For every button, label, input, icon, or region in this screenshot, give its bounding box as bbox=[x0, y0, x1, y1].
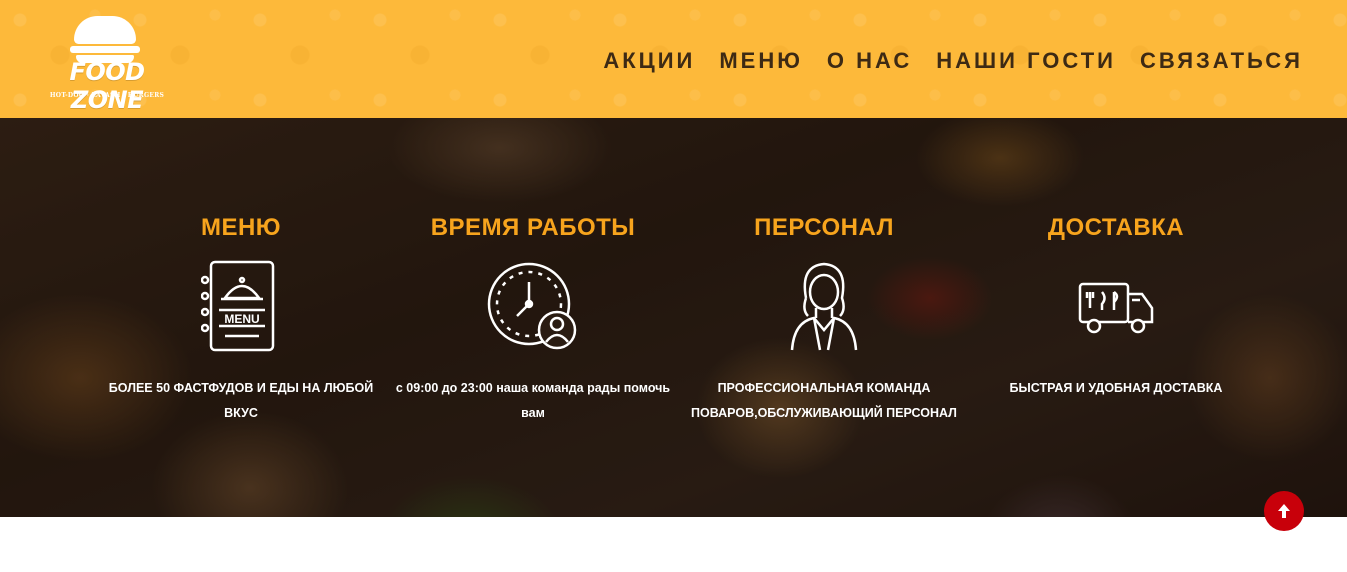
burger-logo-icon bbox=[74, 16, 136, 44]
feature-title: МЕНЮ bbox=[200, 214, 282, 241]
nav-link-about[interactable]: О НАС bbox=[827, 48, 912, 74]
main-nav: АКЦИИ МЕНЮ О НАС НАШИ ГОСТИ СВЯЗАТЬСЯ bbox=[603, 48, 1303, 74]
logo-name: FOOD ZONE bbox=[69, 58, 145, 114]
site-header: FOOD ZONE HOT-DOG · LAVASH · BURGERS АКЦ… bbox=[0, 0, 1347, 118]
feature-title: ПЕРСОНАЛ bbox=[754, 214, 894, 241]
svg-text:MENU: MENU bbox=[224, 312, 259, 326]
feature-title: ВРЕМЯ РАБОТЫ bbox=[430, 214, 636, 241]
nav-link-promotions[interactable]: АКЦИИ bbox=[603, 48, 695, 74]
delivery-truck-icon bbox=[966, 258, 1266, 358]
nav-link-contact[interactable]: СВЯЗАТЬСЯ bbox=[1140, 48, 1303, 74]
feature-description: БОЛЕЕ 50 ФАСТФУДОВ И ЕДЫ НА ЛЮБОЙ ВКУС bbox=[108, 381, 374, 420]
feature-description: ПРОФЕССИОНАЛЬНАЯ КОМАНДА ПОВАРОВ,ОБСЛУЖИ… bbox=[691, 381, 957, 420]
feature-title: ДОСТАВКА bbox=[1047, 214, 1185, 241]
feature-description: БЫСТРАЯ И УДОБНАЯ ДОСТАВКА bbox=[1009, 381, 1223, 395]
features-hero: МЕНЮ MENU БОЛЕЕ 50 ФАСТФУДОВ И ЕДЫ НА ЛЮ… bbox=[0, 118, 1347, 517]
staff-person-icon bbox=[674, 258, 974, 358]
logo-tagline: HOT-DOG · LAVASH · BURGERS bbox=[49, 92, 165, 99]
nav-link-menu[interactable]: МЕНЮ bbox=[719, 48, 803, 74]
scroll-to-top-button[interactable] bbox=[1264, 491, 1304, 531]
food-zone-logo[interactable]: FOOD ZONE HOT-DOG · LAVASH · BURGERS bbox=[36, 14, 178, 114]
clock-person-icon bbox=[383, 258, 683, 358]
feature-description: с 09:00 до 23:00 наша команда рады помоч… bbox=[395, 381, 671, 420]
arrow-up-icon bbox=[1278, 504, 1290, 518]
menu-cloche-icon: MENU bbox=[91, 258, 391, 358]
nav-link-guests[interactable]: НАШИ ГОСТИ bbox=[936, 48, 1116, 74]
burger-logo-icon-middle bbox=[70, 46, 140, 53]
